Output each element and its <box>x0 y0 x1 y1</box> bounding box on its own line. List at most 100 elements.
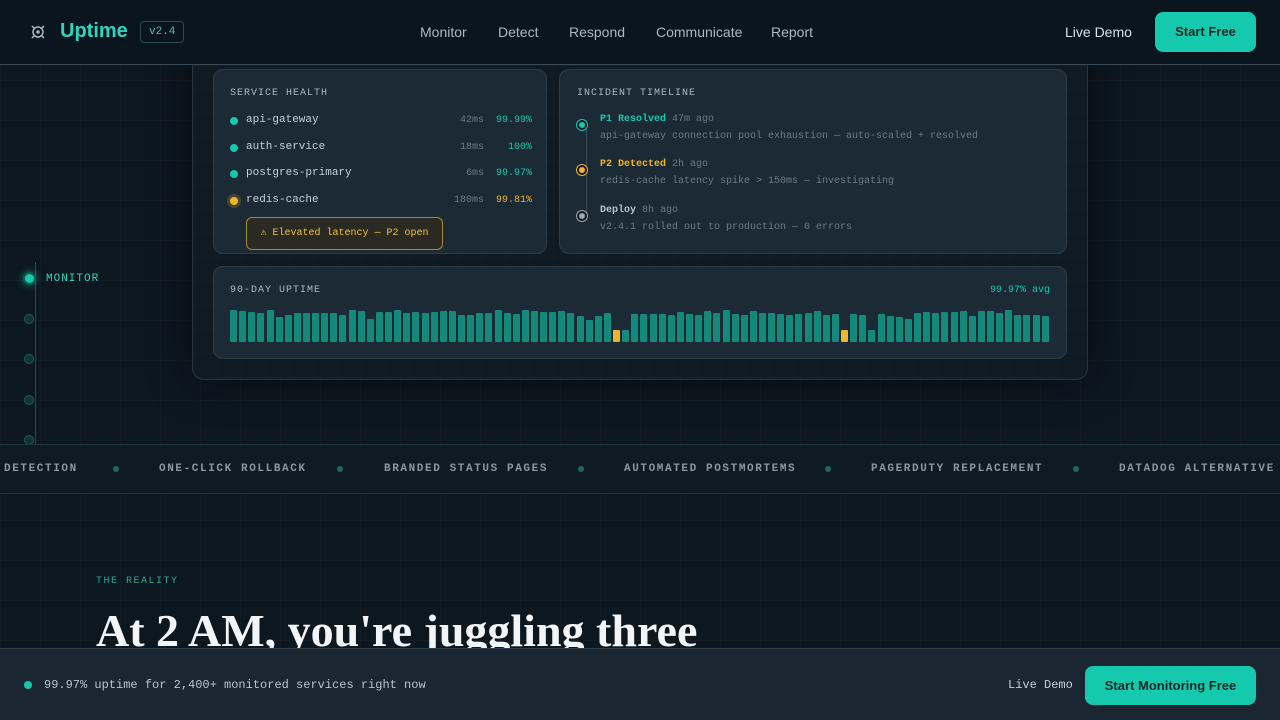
uptime-day-bar <box>740 315 748 342</box>
section-label-active: MONITOR <box>46 273 100 285</box>
uptime-day-bar <box>1041 316 1049 342</box>
timeline-event-header[interactable]: Deploy 8h ago <box>600 205 678 216</box>
uptime-day-bar <box>558 311 566 342</box>
nav-link-detect[interactable]: Detect <box>498 24 538 40</box>
timeline-event-header[interactable]: P1 Resolved 47m ago <box>600 114 714 125</box>
uptime-bar-chart <box>230 308 1051 342</box>
service-latency: 6ms <box>465 168 484 179</box>
uptime-day-bar <box>959 311 967 342</box>
event-time: 2h ago <box>672 159 709 170</box>
timeline-dot-deploy <box>577 211 587 221</box>
uptime-day-bar <box>412 312 420 342</box>
uptime-day-bar <box>676 312 684 342</box>
uptime-day-bar <box>613 330 620 342</box>
uptime-day-bar <box>658 314 666 342</box>
uptime-day-bar <box>375 312 383 342</box>
section-dot-respond[interactable] <box>24 354 34 364</box>
uptime-day-bar <box>759 313 766 342</box>
event-label: P2 Detected <box>600 159 667 170</box>
uptime-day-bar <box>421 313 429 342</box>
uptime-day-bar <box>512 314 520 342</box>
ticker-item: PAGERDUTY REPLACEMENT <box>871 463 1044 475</box>
ticker-separator <box>113 466 119 472</box>
uptime-day-bar <box>950 312 958 342</box>
uptime-day-bar <box>786 315 794 342</box>
nav-link-monitor[interactable]: Monitor <box>420 24 467 40</box>
uptime-day-bar <box>403 313 411 342</box>
live-status-dot <box>24 681 32 689</box>
uptime-day-bar <box>230 310 237 342</box>
logo-icon[interactable] <box>29 23 47 41</box>
service-row[interactable]: api-gateway 42ms 99.99% <box>230 111 532 131</box>
sticky-bottom-bar: 99.97% uptime for 2,400+ monitored servi… <box>0 648 1280 720</box>
section-dot-detect[interactable] <box>24 314 34 324</box>
uptime-day-bar <box>977 311 985 342</box>
ticker-separator <box>578 466 584 472</box>
feature-ticker: DETECTION ONE-CLICK ROLLBACK BRANDED STA… <box>0 444 1280 494</box>
section-dot-monitor[interactable] <box>23 272 36 285</box>
uptime-day-bar <box>1023 315 1031 342</box>
uptime-day-bar <box>239 311 247 342</box>
uptime-day-bar <box>549 312 557 342</box>
uptime-day-bar <box>567 313 575 342</box>
service-latency: 180ms <box>453 195 484 206</box>
nav-link-report[interactable]: Report <box>771 24 813 40</box>
uptime-day-bar <box>868 330 876 342</box>
bottom-live-demo-link[interactable]: Live Demo <box>1008 678 1073 692</box>
uptime-day-bar <box>831 314 839 342</box>
uptime-day-bar <box>813 311 821 342</box>
timeline-dot-resolved <box>577 120 587 130</box>
ticker-item: DETECTION <box>4 463 78 475</box>
uptime-day-bar <box>275 317 283 342</box>
nav-link-respond[interactable]: Respond <box>569 24 625 40</box>
service-row[interactable]: postgres-primary 6ms 99.97% <box>230 164 532 184</box>
uptime-day-bar <box>749 311 757 342</box>
start-free-button[interactable]: Start Free <box>1155 12 1256 52</box>
uptime-day-bar <box>366 319 374 342</box>
nav-link-communicate[interactable]: Communicate <box>656 24 742 40</box>
uptime-day-bar <box>686 314 693 342</box>
service-row[interactable]: auth-service 18ms 100% <box>230 138 532 158</box>
service-row[interactable]: redis-cache 180ms 99.81% <box>230 191 532 211</box>
service-name: auth-service <box>246 141 326 153</box>
uptime-day-bar <box>540 312 548 342</box>
section-dot-communicate[interactable] <box>24 395 34 405</box>
timeline-event-header[interactable]: P2 Detected 2h ago <box>600 159 708 170</box>
start-monitoring-button[interactable]: Start Monitoring Free <box>1085 666 1256 705</box>
live-demo-link[interactable]: Live Demo <box>1065 24 1132 40</box>
uptime-day-bar <box>476 313 484 342</box>
uptime-day-bar <box>877 314 885 342</box>
uptime-day-bar <box>850 314 858 342</box>
service-uptime: 99.99% <box>495 115 532 126</box>
uptime-day-bar <box>941 312 949 342</box>
uptime-day-bar <box>467 315 475 342</box>
uptime-day-bar <box>503 313 511 342</box>
uptime-day-bar <box>458 315 465 342</box>
uptime-day-bar <box>494 310 502 342</box>
uptime-day-bar <box>987 311 994 342</box>
uptime-day-bar <box>330 313 338 342</box>
uptime-day-bar <box>594 316 602 342</box>
uptime-day-bar <box>649 314 657 342</box>
ticker-separator <box>1073 466 1079 472</box>
service-name: postgres-primary <box>246 167 352 179</box>
uptime-day-bar <box>576 316 584 342</box>
status-dot <box>230 170 238 178</box>
uptime-day-bar <box>777 314 785 342</box>
uptime-day-bar <box>622 330 630 342</box>
incident-timeline-title: INCIDENT TIMELINE <box>577 88 697 99</box>
top-nav: Uptime v2.4 Monitor Detect Respond Commu… <box>0 0 1280 65</box>
event-time: 8h ago <box>642 205 679 216</box>
version-badge: v2.4 <box>140 21 185 43</box>
uptime-day-bar <box>904 319 912 342</box>
service-latency: 18ms <box>459 142 484 153</box>
uptime-day-bar <box>895 317 903 342</box>
brand-name[interactable]: Uptime <box>60 20 128 43</box>
uptime-day-bar <box>394 310 402 342</box>
uptime-day-bar <box>731 314 739 342</box>
uptime-day-bar <box>667 315 675 342</box>
uptime-day-bar <box>303 313 310 342</box>
uptime-day-bar <box>603 313 611 342</box>
latency-tooltip: ⚠ Elevated latency — P2 open <box>246 217 443 250</box>
status-dot-warning <box>230 197 238 205</box>
